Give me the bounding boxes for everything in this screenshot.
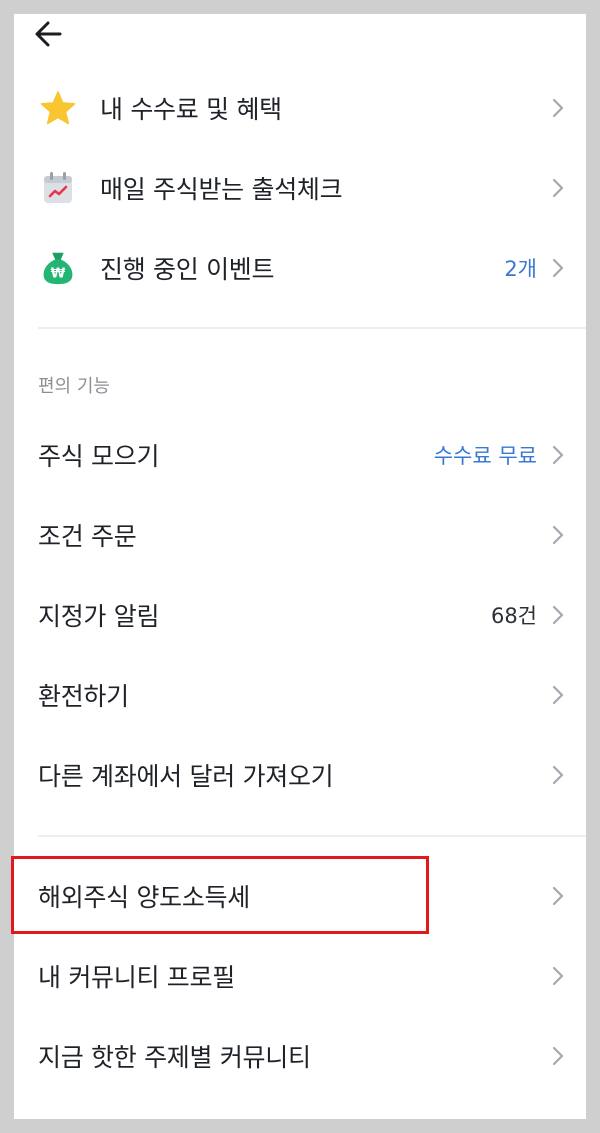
conditional-order-item[interactable]: 조건 주문 xyxy=(38,505,565,565)
import-dollars-label: 다른 계좌에서 달러 가져오기 xyxy=(38,762,334,791)
chevron-right-icon xyxy=(552,98,564,118)
currency-exchange-item[interactable]: 환전하기 xyxy=(38,665,565,725)
stock-accumulation-item[interactable]: 주식 모으기 수수료 무료 xyxy=(38,425,565,485)
svg-text:₩: ₩ xyxy=(51,267,66,282)
chevron-right-icon xyxy=(552,966,564,986)
chevron-right-icon xyxy=(552,765,564,785)
fee-benefits-item[interactable]: 내 수수료 및 혜택 xyxy=(38,78,565,138)
stock-accumulation-label: 주식 모으기 xyxy=(38,442,160,471)
highlight-box xyxy=(11,856,429,934)
chevron-right-icon xyxy=(552,886,564,906)
chevron-right-icon xyxy=(552,178,564,198)
ongoing-events-label: 진행 중인 이벤트 xyxy=(100,255,275,284)
community-profile-label: 내 커뮤니티 프로필 xyxy=(38,963,235,992)
divider xyxy=(38,835,586,837)
hot-topic-community-label: 지금 핫한 주제별 커뮤니티 xyxy=(38,1043,311,1072)
attendance-check-label: 매일 주식받는 출석체크 xyxy=(100,175,343,204)
events-count: 2개 xyxy=(504,257,537,281)
convenience-section-title: 편의 기능 xyxy=(38,376,110,397)
menu-panel: 내 수수료 및 혜택 매일 주식받는 출석체크 ₩ 진행 중인 이벤트 2개 편… xyxy=(11,14,586,1119)
limit-price-alert-label: 지정가 알림 xyxy=(38,602,160,631)
fee-free-badge: 수수료 무료 xyxy=(433,444,537,468)
ongoing-events-item[interactable]: ₩ 진행 중인 이벤트 2개 xyxy=(38,238,565,298)
chevron-right-icon xyxy=(552,685,564,705)
hot-topic-community-item[interactable]: 지금 핫한 주제별 커뮤니티 xyxy=(38,1026,565,1086)
limit-price-alert-item[interactable]: 지정가 알림 68건 xyxy=(38,585,565,645)
fee-benefits-label: 내 수수료 및 혜택 xyxy=(100,95,282,124)
divider xyxy=(38,327,586,329)
chevron-right-icon xyxy=(552,605,564,625)
money-bag-icon: ₩ xyxy=(38,248,78,288)
alert-count: 68건 xyxy=(490,604,537,628)
community-profile-item[interactable]: 내 커뮤니티 프로필 xyxy=(38,946,565,1006)
star-icon xyxy=(38,88,78,128)
chevron-right-icon xyxy=(552,258,564,278)
attendance-check-item[interactable]: 매일 주식받는 출석체크 xyxy=(38,158,565,218)
import-dollars-item[interactable]: 다른 계좌에서 달러 가져오기 xyxy=(38,745,565,805)
arrow-left-icon[interactable] xyxy=(30,14,70,54)
calendar-chart-icon xyxy=(38,168,78,208)
conditional-order-label: 조건 주문 xyxy=(38,522,137,551)
chevron-right-icon xyxy=(552,1046,564,1066)
chevron-right-icon xyxy=(552,525,564,545)
currency-exchange-label: 환전하기 xyxy=(38,682,129,711)
chevron-right-icon xyxy=(552,445,564,465)
